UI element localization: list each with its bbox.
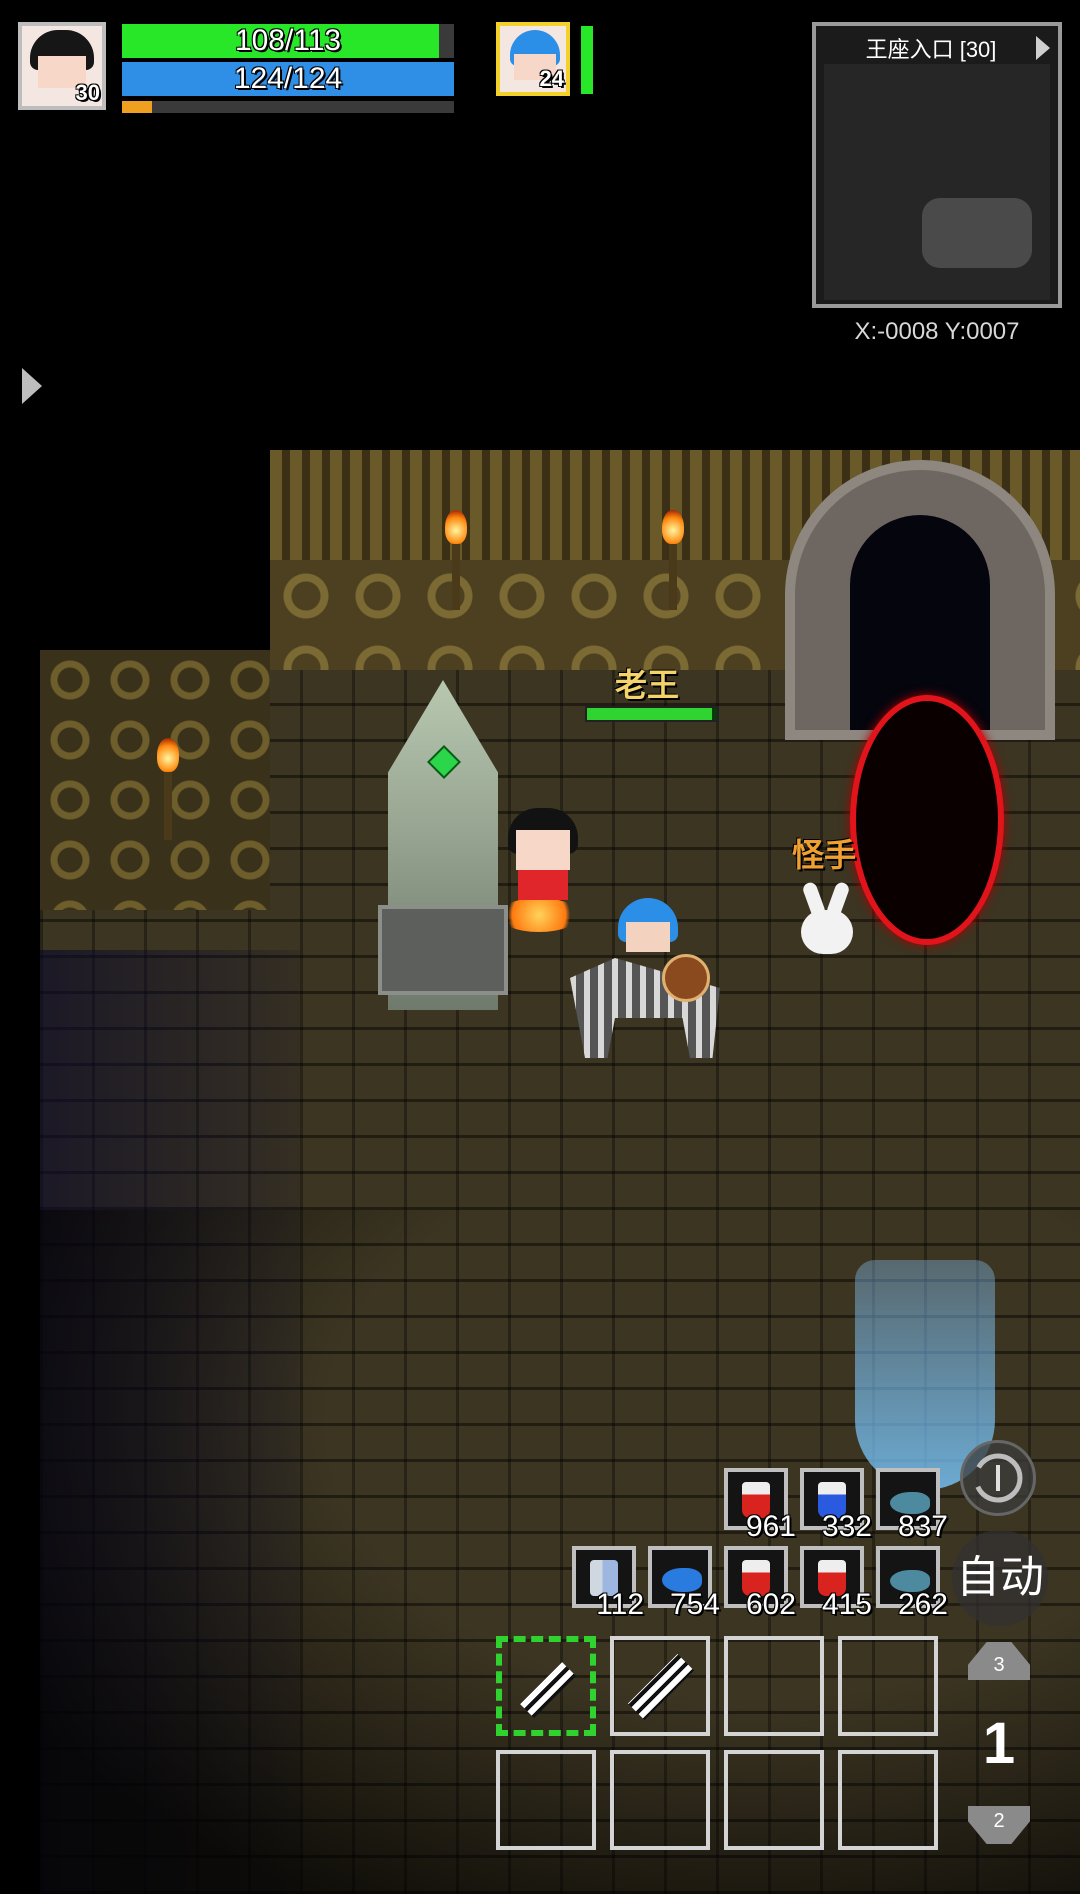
monster-rabbit[interactable] (795, 880, 859, 958)
refresh-icon (973, 1453, 1023, 1503)
hp-bar: 108/113 (122, 24, 454, 58)
skill-slot-4[interactable] (838, 1636, 938, 1736)
quick-item-slot[interactable]: 754 (648, 1546, 720, 1621)
player-level: 30 (75, 80, 100, 105)
exp-fill (122, 101, 152, 113)
quick-item-slot[interactable]: 837 (876, 1468, 948, 1543)
wall-torch (452, 540, 460, 610)
player-dress (518, 870, 568, 900)
quick-item-slot[interactable]: 602 (724, 1546, 796, 1621)
companion-portrait[interactable]: 24 (496, 22, 570, 96)
minimap-expand-icon[interactable] (1036, 36, 1050, 60)
monster-name-label: 怪手 (792, 837, 857, 873)
skill-slot-2[interactable] (610, 1636, 710, 1736)
item-count: 332 (821, 1510, 872, 1543)
item-count: 602 (745, 1588, 796, 1621)
auto-battle-button[interactable]: 自动 (952, 1530, 1048, 1626)
obelisk-statue[interactable] (378, 680, 508, 1010)
player-face (516, 830, 570, 870)
item-count: 112 (596, 1588, 644, 1621)
player-coordinates: X:-0008 Y:0007 (854, 318, 1020, 345)
void-corner (0, 530, 200, 570)
companion-hp-fill (581, 26, 593, 94)
skill-slot-7[interactable] (724, 1750, 824, 1850)
side-panel-toggle-icon[interactable] (22, 368, 42, 404)
minimap[interactable]: 王座入口 [30] (812, 22, 1062, 308)
quick-item-slot[interactable]: 262 (876, 1546, 948, 1621)
quick-item-slot[interactable]: 332 (800, 1468, 872, 1543)
minimap-room (922, 198, 1032, 268)
void-corner (0, 570, 130, 610)
item-count: 837 (897, 1510, 948, 1543)
fire-aura (498, 898, 580, 932)
hp-text: 108/113 (234, 24, 342, 57)
quick-item-slot[interactable]: 961 (724, 1468, 796, 1543)
mp-bar: 124/124 (122, 62, 454, 96)
torch-flame (445, 510, 467, 544)
skill-slot-1[interactable] (496, 1636, 596, 1736)
torch-flame (157, 738, 179, 772)
skill-slot-3[interactable] (724, 1636, 824, 1736)
companion-hp-bar (581, 26, 593, 94)
skill-page-number: 1 (982, 1711, 1016, 1776)
npc-name-label: 老王 (615, 667, 680, 703)
obelisk-base (378, 905, 508, 995)
quick-item-slot[interactable]: 415 (800, 1546, 872, 1621)
switch-target-button[interactable] (960, 1440, 1036, 1516)
minimap-view (824, 64, 1050, 300)
item-count: 754 (669, 1588, 720, 1621)
round-shield (662, 954, 710, 1002)
quick-item-slot[interactable]: 112 (572, 1546, 644, 1621)
red-portal[interactable] (850, 695, 1004, 945)
multi-slash-skill-icon (628, 1654, 694, 1720)
npc-hp-bar (585, 706, 719, 722)
slash-skill-icon (520, 1662, 576, 1718)
companion-on-skeleton-horse[interactable] (570, 898, 720, 1068)
wall-torch (164, 770, 172, 840)
item-count: 415 (821, 1588, 872, 1621)
skill-slot-8[interactable] (838, 1750, 938, 1850)
torch-flame (662, 510, 684, 544)
left-wall (40, 650, 270, 910)
item-count: 262 (897, 1588, 948, 1621)
mp-text: 124/124 (233, 62, 343, 95)
minimap-location: 王座入口 [30] (865, 37, 997, 62)
item-count: 961 (745, 1510, 796, 1543)
companion-level: 24 (539, 66, 564, 91)
player-portrait[interactable]: 30 (18, 22, 106, 110)
skill-slot-5[interactable] (496, 1750, 596, 1850)
exp-bar (122, 101, 454, 113)
rabbit-body (801, 910, 853, 954)
void-corner (0, 430, 270, 530)
npc-hp-fill (587, 708, 712, 720)
skill-slot-6[interactable] (610, 1750, 710, 1850)
wall-torch (669, 540, 677, 610)
companion-face (626, 922, 670, 952)
